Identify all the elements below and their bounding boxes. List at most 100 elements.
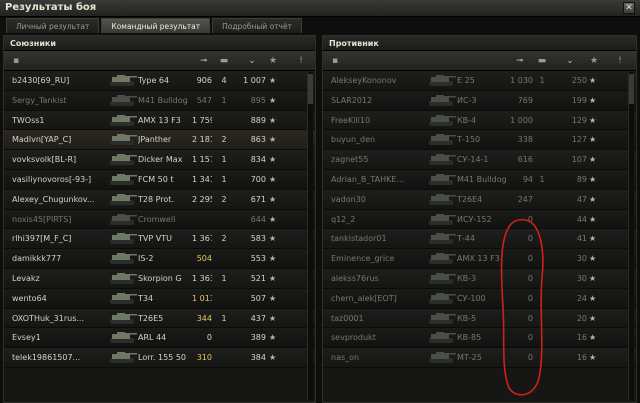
player-name: vovksvolk[BL-R]	[12, 155, 77, 165]
enemies-panel: Противник ▪ ➟ ▬ ⌄ ★ ! AlekseyKononov E 25…	[322, 35, 637, 403]
star-icon: ★	[589, 293, 597, 303]
damage-value: 769	[517, 95, 533, 105]
frags-value	[535, 249, 549, 268]
enemies-scrollbar[interactable]	[628, 72, 634, 400]
table-row[interactable]: sevprodukt КВ-85 0 16 ★	[323, 328, 636, 349]
table-row[interactable]: Eminence_grice AMX 13 F3 0 30 ★	[323, 249, 636, 269]
damage-icon[interactable]: ➟	[194, 56, 214, 66]
player-name: taz0001	[331, 313, 364, 323]
tank-name: IS-2	[138, 254, 154, 264]
table-row[interactable]: Levakz Skorpion G 1 363 1 521★	[4, 268, 315, 289]
xp-value: 16	[576, 333, 587, 343]
star-icon: ★	[269, 76, 277, 85]
tank-name: TVP VTU	[138, 234, 172, 244]
table-row[interactable]: telek19861507... Lorr. 155 50 310 384 ★	[4, 348, 315, 368]
xp-value: 644	[250, 214, 266, 224]
player-name: damikkk777	[12, 254, 62, 264]
star-icon[interactable]: ★	[266, 56, 280, 66]
star-icon: ★	[589, 353, 597, 363]
frags-value	[216, 210, 232, 229]
table-row[interactable]: vasiliynovoros[-93-] FCM 50 t 1 341 1 700★	[4, 169, 315, 190]
table-row[interactable]: wento64 T34 1 013 507★	[4, 288, 315, 309]
allies-title: Союзники	[4, 36, 315, 51]
xp-value: 24	[576, 293, 587, 303]
star-icon[interactable]: ★	[587, 56, 601, 66]
tab-personal[interactable]: Личный результат	[6, 18, 100, 33]
frags-icon[interactable]: ▬	[216, 56, 232, 66]
alert-icon[interactable]: !	[296, 56, 306, 66]
frags-icon[interactable]: ▬	[535, 56, 549, 66]
player-name: noxis45[PIRTS]	[12, 214, 72, 224]
table-row[interactable]: b2430[69_RU] Type 64 906 4 1 007 ★	[4, 71, 315, 91]
table-row[interactable]: vadon30 T26E4 247 47 ★	[323, 189, 636, 210]
tank-name: КВ-85	[457, 333, 482, 343]
squad-icon[interactable]: ▪	[10, 56, 22, 66]
table-row[interactable]: rlhi397[M_F_C] TVP VTU 1 367 2 583★	[4, 229, 315, 250]
frags-value: 1	[221, 313, 227, 323]
tank-name: Skorpion G	[138, 273, 182, 283]
player-name: zagnet55	[331, 155, 369, 165]
xp-value: 250	[571, 76, 587, 85]
squad-icon[interactable]: ▪	[329, 56, 341, 66]
tank-icon	[108, 114, 138, 127]
enemies-list: AlekseyKononov E 25 1 030 1 250 ★ SLAR2012 ИС-3…	[323, 71, 636, 368]
tank-name: T26E5	[138, 313, 164, 323]
table-row[interactable]: tankistador01 Т-44 0 41 ★	[323, 229, 636, 250]
table-row[interactable]: vovksvolk[BL-R] Dicker Max 1 157 1 834★	[4, 150, 315, 170]
table-row[interactable]: Evsey1 ARL 44 0 389 ★	[4, 328, 315, 349]
tab-detailed[interactable]: Подробный отчёт	[212, 18, 302, 33]
table-row[interactable]: alekss76rus КВ-3 0 30 ★	[323, 268, 636, 289]
enemies-scroll-thumb[interactable]	[629, 74, 634, 104]
tank-name: AMX 13 F3	[138, 115, 181, 125]
table-row[interactable]: zagnet55 СУ-14-1 616 107 ★	[323, 150, 636, 170]
allies-panel: Союзники ▪ ➟ ▬ ⌄ ★ ! b2430[69_RU] Type 64…	[3, 35, 316, 403]
xp-value: 507	[250, 293, 266, 303]
tank-icon	[108, 312, 138, 325]
player-name: Levakz	[12, 273, 40, 283]
tab-team[interactable]: Командный результат	[101, 18, 211, 33]
player-name: OXOTHuk_31rus...	[12, 313, 84, 323]
sort-xp-icon[interactable]: ⌄	[240, 56, 264, 66]
damage-value: 310	[196, 353, 212, 363]
table-row[interactable]: SLAR2012 ИС-3 769 199 ★	[323, 90, 636, 111]
xp-value: 895	[250, 95, 266, 105]
table-row[interactable]: damikkk777 IS-2 504 553 ★	[4, 249, 315, 269]
table-row[interactable]: noxis45[PIRTS] Cromwell 644 ★	[4, 209, 315, 230]
player-name: sevprodukt	[331, 333, 376, 343]
table-row[interactable]: FreeKill10 КВ-4 1 000 129 ★	[323, 110, 636, 131]
star-icon: ★	[269, 135, 277, 145]
damage-value: 247	[517, 194, 533, 204]
table-row[interactable]: buyun_den Т-150 338 127 ★	[323, 130, 636, 151]
allies-scrollbar[interactable]	[307, 72, 313, 400]
table-row[interactable]: taz0001 КВ-5 0 20 ★	[323, 308, 636, 329]
table-row[interactable]: Alexey_Chugunkov... T28 Prot. 2 295 2 671★	[4, 189, 315, 210]
player-name: alekss76rus	[331, 273, 379, 283]
frags-value: 1	[539, 174, 545, 184]
damage-value: 2 181	[192, 135, 212, 145]
table-row[interactable]: OXOTHuk_31rus... T26E5 344 1 437 ★	[4, 308, 315, 329]
alert-icon[interactable]: !	[615, 56, 625, 66]
tank-icon	[108, 232, 138, 245]
table-row[interactable]: Adrian_B_TAHKE... M41 Bulldog 94 1 89 ★	[323, 169, 636, 190]
table-row[interactable]: AlekseyKononov E 25 1 030 1 250 ★	[323, 71, 636, 91]
allies-list: b2430[69_RU] Type 64 906 4 1 007 ★ Sergy_Tanki…	[4, 71, 315, 368]
table-row[interactable]: nas_on МТ-25 0 16 ★	[323, 348, 636, 368]
star-icon: ★	[269, 174, 277, 184]
table-row[interactable]: q12_2 ИСУ-152 0 44 ★	[323, 209, 636, 230]
table-row[interactable]: TWOss1 AMX 13 F3 1 759 889★	[4, 110, 315, 131]
damage-value: 0	[527, 333, 533, 343]
frags-value	[216, 348, 232, 367]
table-row[interactable]: Sergy_Tankist M41 Bulldog 547 1 895 ★	[4, 90, 315, 111]
damage-value: 0	[527, 313, 533, 323]
tank-name: E 25	[457, 76, 475, 85]
xp-value: 437	[250, 313, 266, 323]
tank-name: ARL 44	[138, 333, 167, 343]
sort-xp-icon[interactable]: ⌄	[557, 56, 583, 66]
close-icon[interactable]: ✕	[623, 2, 635, 14]
allies-scroll-thumb[interactable]	[308, 74, 313, 104]
tank-icon	[427, 213, 457, 226]
table-row[interactable]: chern_alek[EOT] СУ-100 0 24 ★	[323, 288, 636, 309]
damage-icon[interactable]: ➟	[509, 56, 531, 66]
table-row[interactable]: Madlvn[YAP_C] JPanther 2 181 2 863★	[4, 130, 315, 151]
xp-value: 107	[571, 155, 587, 165]
